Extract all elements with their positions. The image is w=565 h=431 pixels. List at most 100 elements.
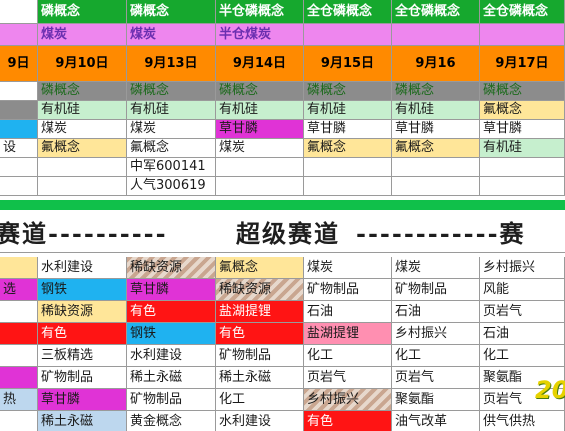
cell-bottom_rows-6-2[interactable]: 矿物制品 (127, 389, 216, 411)
cell-top_rows-0-6[interactable]: 磷概念 (480, 82, 565, 101)
cell-top_rows-0-5[interactable]: 磷概念 (392, 82, 480, 101)
cell-bottom_rows-0-4[interactable]: 煤炭 (304, 257, 392, 279)
cell-date_row-null-0[interactable]: 9日 (0, 46, 38, 82)
cell-bottom_rows-3-0[interactable] (0, 323, 38, 345)
cell-top_rows-3-3[interactable]: 煤炭 (216, 139, 304, 158)
cell-bottom_rows-2-1[interactable]: 稀缺资源 (38, 301, 127, 323)
cell-bottom_rows-4-4[interactable]: 化工 (304, 345, 392, 367)
cell-top_rows-3-4[interactable]: 氟概念 (304, 139, 392, 158)
cell-bottom_rows-2-3[interactable]: 盐湖提锂 (216, 301, 304, 323)
cell-header_row-null-3[interactable]: 半仓磷概念 (216, 0, 304, 24)
cell-bottom_rows-7-2[interactable]: 黄金概念 (127, 411, 216, 431)
cell-top_rows-4-1[interactable] (38, 158, 127, 177)
cell-sub_row-null-5[interactable] (392, 24, 480, 46)
cell-bottom_rows-3-4[interactable]: 盐湖提锂 (304, 323, 392, 345)
cell-bottom_rows-2-0[interactable] (0, 301, 38, 323)
cell-bottom_rows-5-5[interactable]: 页岩气 (392, 367, 480, 389)
cell-date_row-null-2[interactable]: 9月13日 (127, 46, 216, 82)
cell-bottom_rows-3-5[interactable]: 乡村振兴 (392, 323, 480, 345)
cell-top_rows-5-4[interactable] (304, 177, 392, 196)
cell-header_row-null-4[interactable]: 全仓磷概念 (304, 0, 392, 24)
cell-sub_row-null-4[interactable] (304, 24, 392, 46)
cell-bottom_rows-1-5[interactable]: 矿物制品 (392, 279, 480, 301)
cell-top_rows-0-1[interactable]: 磷概念 (38, 82, 127, 101)
cell-date_row-null-3[interactable]: 9月14日 (216, 46, 304, 82)
cell-top_rows-5-1[interactable] (38, 177, 127, 196)
cell-top_rows-1-3[interactable]: 有机硅 (216, 101, 304, 120)
cell-bottom_rows-4-3[interactable]: 矿物制品 (216, 345, 304, 367)
cell-bottom_rows-1-1[interactable]: 钢铁 (38, 279, 127, 301)
cell-top_rows-1-1[interactable]: 有机硅 (38, 101, 127, 120)
cell-sub_row-null-3[interactable]: 半仓煤炭 (216, 24, 304, 46)
cell-top_rows-2-1[interactable]: 煤炭 (38, 120, 127, 139)
cell-bottom_rows-7-0[interactable] (0, 411, 38, 431)
cell-bottom_rows-3-6[interactable]: 石油 (480, 323, 565, 345)
cell-bottom_rows-3-3[interactable]: 有色 (216, 323, 304, 345)
cell-sub_row-null-1[interactable]: 煤炭 (38, 24, 127, 46)
cell-bottom_rows-4-2[interactable]: 水利建设 (127, 345, 216, 367)
cell-top_rows-2-0[interactable] (0, 120, 38, 139)
cell-date_row-null-5[interactable]: 9月16 (392, 46, 480, 82)
cell-top_rows-1-0[interactable] (0, 101, 38, 120)
cell-top_rows-5-5[interactable] (392, 177, 480, 196)
cell-bottom_rows-1-2[interactable]: 草甘膦 (127, 279, 216, 301)
cell-top_rows-1-5[interactable]: 有机硅 (392, 101, 480, 120)
cell-date_row-null-6[interactable]: 9月17日 (480, 46, 565, 82)
cell-top_rows-3-2[interactable]: 氟概念 (127, 139, 216, 158)
cell-bottom_rows-5-0[interactable] (0, 367, 38, 389)
cell-header_row-null-1[interactable]: 磷概念 (38, 0, 127, 24)
cell-top_rows-0-2[interactable]: 磷概念 (127, 82, 216, 101)
cell-bottom_rows-0-5[interactable]: 煤炭 (392, 257, 480, 279)
cell-sub_row-null-6[interactable] (480, 24, 565, 46)
cell-top_rows-5-0[interactable] (0, 177, 38, 196)
cell-bottom_rows-7-5[interactable]: 油气改革 (392, 411, 480, 431)
cell-bottom_rows-4-6[interactable]: 化工 (480, 345, 565, 367)
cell-bottom_rows-2-6[interactable]: 页岩气 (480, 301, 565, 323)
cell-bottom_rows-6-0[interactable]: 热 (0, 389, 38, 411)
cell-date_row-null-4[interactable]: 9月15日 (304, 46, 392, 82)
cell-top_rows-2-5[interactable]: 草甘膦 (392, 120, 480, 139)
cell-bottom_rows-3-2[interactable]: 钢铁 (127, 323, 216, 345)
cell-top_rows-2-4[interactable]: 草甘膦 (304, 120, 392, 139)
cell-top_rows-5-2[interactable]: 人气300619 (127, 177, 216, 196)
cell-bottom_rows-1-3[interactable]: 稀缺资源 (216, 279, 304, 301)
cell-top_rows-0-3[interactable]: 磷概念 (216, 82, 304, 101)
cell-top_rows-5-6[interactable] (480, 177, 565, 196)
cell-bottom_rows-0-0[interactable] (0, 257, 38, 279)
cell-sub_row-null-2[interactable]: 煤炭 (127, 24, 216, 46)
cell-bottom_rows-7-3[interactable]: 水利建设 (216, 411, 304, 431)
cell-header_row-null-2[interactable]: 磷概念 (127, 0, 216, 24)
cell-sub_row-null-0[interactable] (0, 24, 38, 46)
cell-top_rows-0-4[interactable]: 磷概念 (304, 82, 392, 101)
cell-top_rows-1-6[interactable]: 氟概念 (480, 101, 565, 120)
cell-bottom_rows-2-2[interactable]: 有色 (127, 301, 216, 323)
cell-bottom_rows-1-4[interactable]: 矿物制品 (304, 279, 392, 301)
cell-bottom_rows-0-1[interactable]: 水利建设 (38, 257, 127, 279)
cell-bottom_rows-6-1[interactable]: 草甘膦 (38, 389, 127, 411)
cell-bottom_rows-0-6[interactable]: 乡村振兴 (480, 257, 565, 279)
cell-top_rows-3-5[interactable]: 氟概念 (392, 139, 480, 158)
cell-top_rows-3-6[interactable]: 有机硅 (480, 139, 565, 158)
cell-top_rows-4-2[interactable]: 中军600141 (127, 158, 216, 177)
cell-top_rows-3-0[interactable]: 设 (0, 139, 38, 158)
cell-top_rows-4-4[interactable] (304, 158, 392, 177)
cell-bottom_rows-7-6[interactable]: 供气供热 (480, 411, 565, 431)
cell-header_row-null-6[interactable]: 全仓磷概念 (480, 0, 565, 24)
cell-top_rows-0-0[interactable] (0, 82, 38, 101)
cell-bottom_rows-5-4[interactable]: 页岩气 (304, 367, 392, 389)
cell-header_row-null-0[interactable] (0, 0, 38, 24)
cell-bottom_rows-7-4[interactable]: 有色 (304, 411, 392, 431)
cell-bottom_rows-2-5[interactable]: 石油 (392, 301, 480, 323)
cell-bottom_rows-4-1[interactable]: 三板精选 (38, 345, 127, 367)
cell-bottom_rows-1-0[interactable]: 选 (0, 279, 38, 301)
cell-top_rows-4-5[interactable] (392, 158, 480, 177)
cell-bottom_rows-6-4[interactable]: 乡村振兴 (304, 389, 392, 411)
cell-date_row-null-1[interactable]: 9月10日 (38, 46, 127, 82)
cell-top_rows-2-2[interactable]: 煤炭 (127, 120, 216, 139)
cell-bottom_rows-4-5[interactable]: 化工 (392, 345, 480, 367)
cell-bottom_rows-3-1[interactable]: 有色 (38, 323, 127, 345)
cell-top_rows-2-6[interactable]: 草甘膦 (480, 120, 565, 139)
cell-bottom_rows-0-2[interactable]: 稀缺资源 (127, 257, 216, 279)
cell-bottom_rows-2-4[interactable]: 石油 (304, 301, 392, 323)
cell-header_row-null-5[interactable]: 全仓磷概念 (392, 0, 480, 24)
